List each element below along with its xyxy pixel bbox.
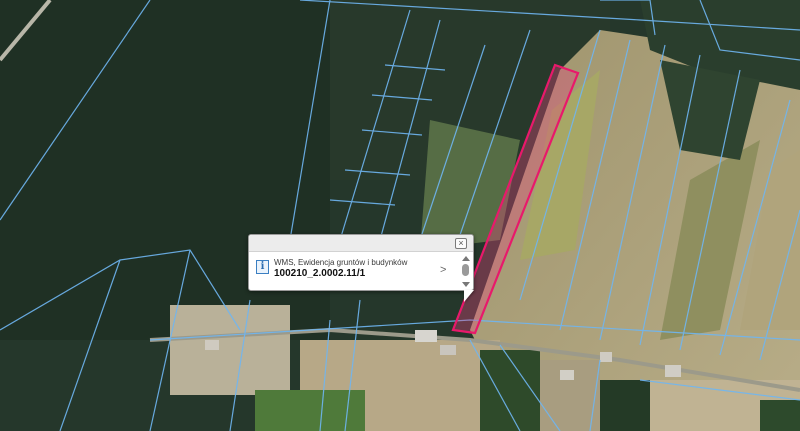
building [440,345,456,355]
chevron-right-icon[interactable]: > [440,264,446,276]
popup-body: i WMS, Ewidencja gruntów i budynków 1002… [249,252,473,292]
field-south-dark [480,350,540,431]
popup-scrollbar[interactable] [461,256,471,288]
aerial-map[interactable] [0,0,800,431]
scroll-up-icon[interactable] [462,256,470,261]
popup-pointer [464,290,474,302]
field-southeast-4 [760,400,800,431]
scroll-thumb[interactable] [462,264,469,276]
info-icon: i [256,260,269,274]
popup-header: × [249,235,473,252]
feature-info-popup: × i WMS, Ewidencja gruntów i budynków 10… [248,234,474,291]
layer-name: WMS, Ewidencja gruntów i budynków [274,258,408,267]
close-icon[interactable]: × [455,238,467,249]
scroll-down-icon[interactable] [462,282,470,287]
field-southeast-2 [600,380,650,431]
field-south-west [170,305,290,395]
parcel-id: 100210_2.0002.11/1 [274,268,366,279]
building [560,370,574,380]
building [600,352,612,362]
building [665,365,681,377]
building [205,340,219,350]
building [415,330,437,342]
